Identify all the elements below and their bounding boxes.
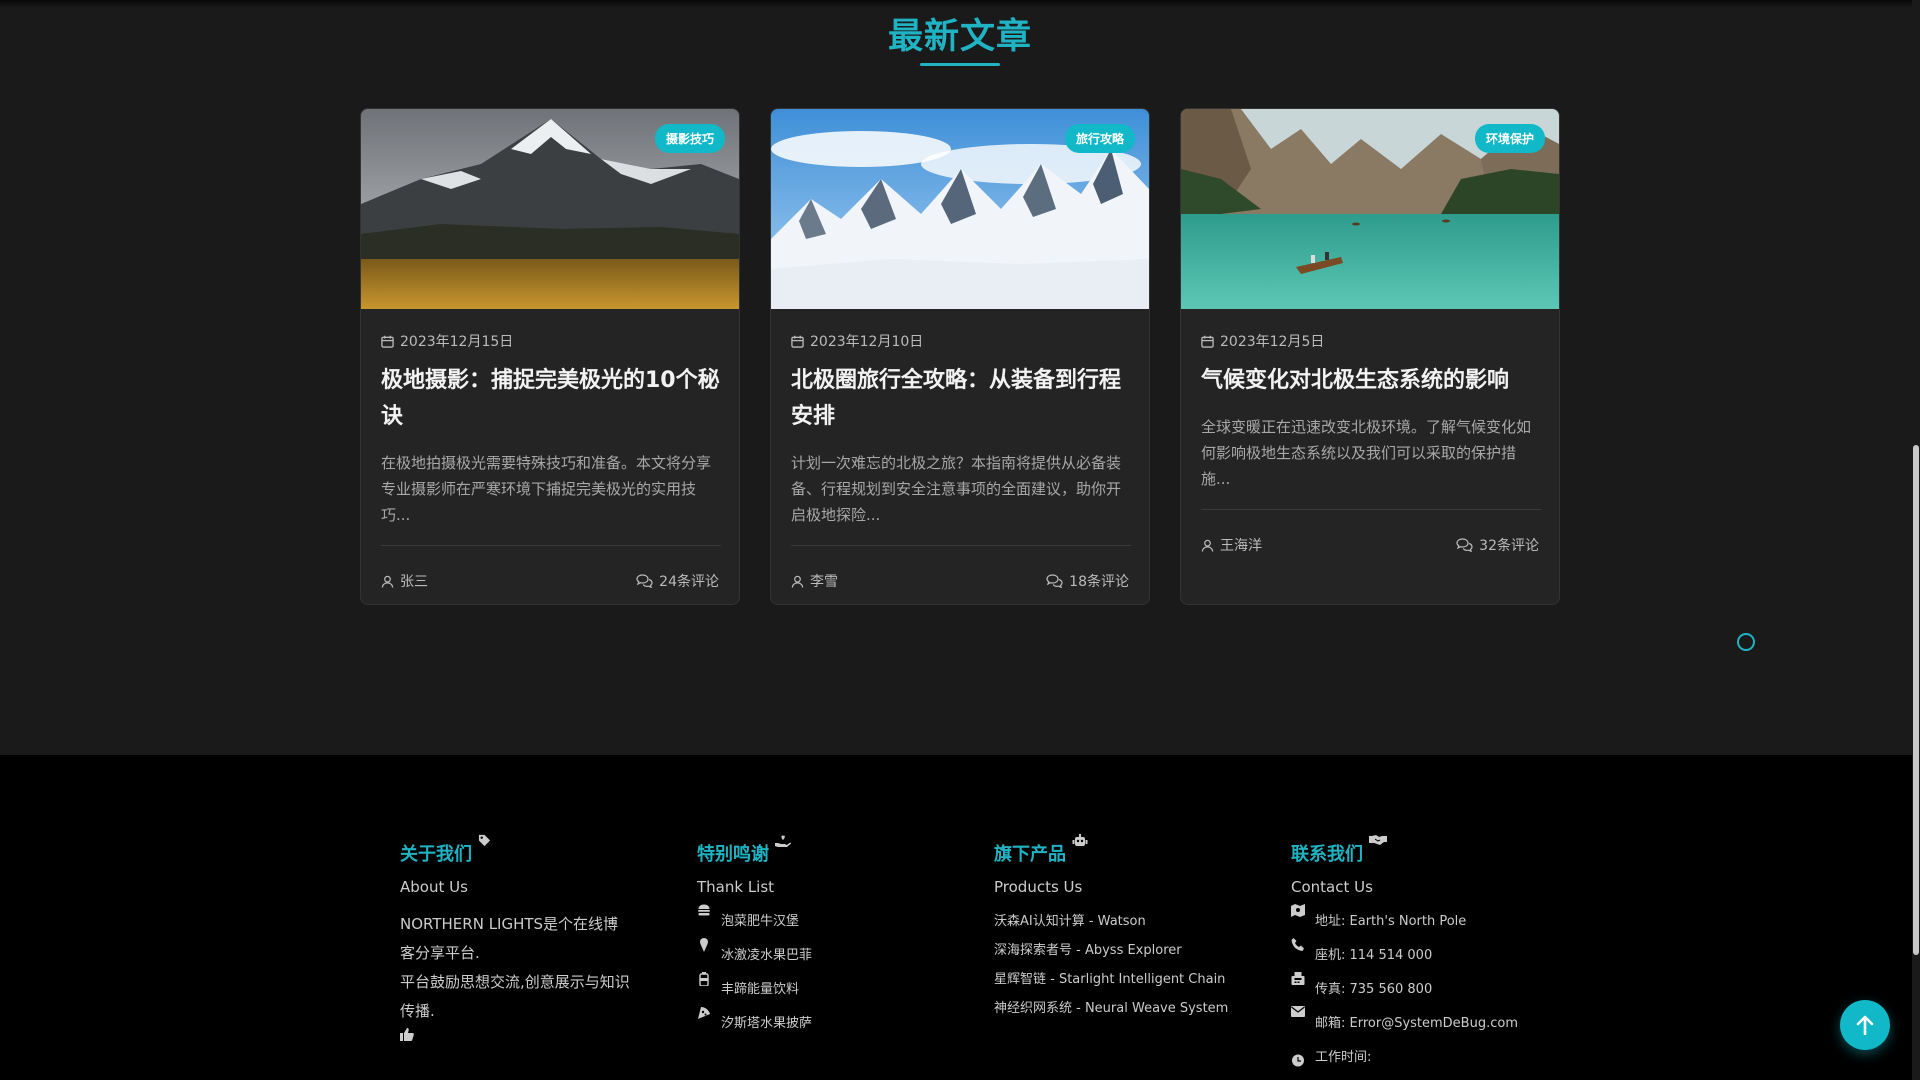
article-card[interactable]: 摄影技巧 2023年12月15日 极地摄影：捕捉完美极光的10个秘诀 在极地拍摄… — [360, 108, 740, 605]
article-excerpt: 全球变暖正在迅速改变北极环境。了解气候变化如何影响极地生态系统以及我们可以采取的… — [1201, 418, 1532, 488]
footer-products-subtitle: Products Us — [994, 878, 1083, 896]
section-underline — [920, 63, 1000, 66]
author-name: 王海洋 — [1220, 538, 1262, 554]
card-divider — [1201, 509, 1541, 510]
fax-icon — [1291, 972, 1305, 985]
list-item[interactable]: 星辉智链 - Starlight Intelligent Chain — [994, 968, 1254, 997]
category-tag[interactable]: 环境保护 — [1474, 124, 1545, 153]
comments-count: 24条评论 — [659, 574, 719, 590]
comments-icon — [1046, 574, 1063, 588]
ice-cream-icon — [700, 938, 708, 952]
article-comments[interactable]: 32条评论 — [1456, 535, 1539, 555]
footer-thanks-subtitle: Thank List — [697, 878, 775, 896]
list-item[interactable]: 邮箱: Error@SystemDeBug.com — [1291, 1006, 1551, 1046]
arrow-up-icon — [1856, 1015, 1874, 1035]
calendar-icon — [1201, 335, 1214, 348]
card-divider — [381, 545, 721, 546]
list-item[interactable]: 座机: 114 514 000 — [1291, 938, 1551, 978]
about-line-1: NORTHERN LIGHTS是个在线博客分享平台. — [400, 915, 619, 962]
comments-icon — [636, 574, 653, 588]
article-comments[interactable]: 24条评论 — [636, 571, 719, 591]
footer-contact-title: 联系我们 — [1291, 835, 1551, 865]
about-line-2: 平台鼓励思想交流,创意展示与知识传播. — [400, 973, 630, 1020]
article-comments[interactable]: 18条评论 — [1046, 571, 1129, 591]
article-excerpt: 在极地拍摄极光需要特殊技巧和准备。本文将分享专业摄影师在严寒环境下捕捉完美极光的… — [381, 454, 712, 524]
footer-products-title: 旗下产品 — [994, 834, 1254, 865]
list-item[interactable]: 地址: Earth's North Pole — [1291, 904, 1551, 944]
footer-about: 关于我们 About Us NORTHERN LIGHTS是个在线博客分享平台.… — [400, 834, 660, 1045]
article-title[interactable]: 极地摄影：捕捉完美极光的10个秘诀 — [381, 363, 721, 435]
user-icon — [381, 575, 394, 588]
comments-icon — [1456, 538, 1473, 552]
top-shadow — [0, 0, 1920, 8]
scrollbar-thumb[interactable] — [1913, 445, 1919, 955]
footer-about-subtitle: About Us — [400, 878, 468, 896]
article-date-text: 2023年12月5日 — [1220, 334, 1325, 350]
article-date-text: 2023年12月15日 — [400, 334, 514, 350]
card-divider — [791, 545, 1131, 546]
pizza-icon — [698, 1007, 710, 1019]
article-date: 2023年12月15日 — [381, 331, 513, 351]
burger-icon — [698, 904, 710, 916]
back-to-top-button[interactable] — [1840, 1000, 1890, 1050]
article-author[interactable]: 张三 — [381, 571, 428, 591]
category-tag[interactable]: 旅行攻略 — [1064, 124, 1135, 153]
author-name: 李雪 — [810, 574, 838, 590]
article-date: 2023年12月10日 — [791, 331, 923, 351]
comments-count: 18条评论 — [1069, 574, 1129, 590]
list-item[interactable]: 深海探索者号 - Abyss Explorer — [994, 939, 1254, 968]
footer-thanks-title: 特别鸣谢 — [697, 835, 957, 865]
list-item[interactable]: 汐斯塔水果披萨 — [697, 1007, 957, 1046]
footer-about-title: 关于我们 — [400, 834, 660, 865]
footer-products: 旗下产品 Products Us 沃森AI认知计算 - Watson 深海探索者… — [994, 834, 1254, 1026]
article-excerpt: 计划一次难忘的北极之旅？本指南将提供从必备装备、行程规划到安全注意事项的全面建议… — [791, 454, 1122, 524]
map-icon — [1291, 904, 1305, 917]
user-icon — [791, 575, 804, 588]
footer-thanks: 特别鸣谢 Thank List 泡菜肥牛汉堡 冰激凌水果巴菲 丰蹄能量饮料 汐斯… — [697, 835, 957, 1046]
list-item[interactable]: 沃森AI认知计算 - Watson — [994, 910, 1254, 939]
article-card[interactable]: 旅行攻略 2023年12月10日 北极圈旅行全攻略：从装备到行程安排 计划一次难… — [770, 108, 1150, 605]
list-item[interactable]: 工作时间: — [1291, 1046, 1551, 1080]
comments-count: 32条评论 — [1479, 538, 1539, 554]
bottle-icon — [699, 972, 709, 986]
list-item[interactable]: 神经织网系统 - Neural Weave System — [994, 997, 1254, 1026]
handshake-icon — [1369, 835, 1387, 845]
contact-list: 地址: Earth's North Pole 座机: 114 514 000 传… — [1291, 904, 1551, 1080]
phone-icon — [1291, 938, 1304, 951]
article-title[interactable]: 气候变化对北极生态系统的影响 — [1201, 363, 1541, 399]
hand-heart-icon — [775, 835, 791, 847]
article-date: 2023年12月5日 — [1201, 331, 1324, 351]
article-card[interactable]: 环境保护 2023年12月5日 气候变化对北极生态系统的影响 全球变暖正在迅速改… — [1180, 108, 1560, 605]
calendar-icon — [791, 335, 804, 348]
products-list: 沃森AI认知计算 - Watson 深海探索者号 - Abyss Explore… — [994, 910, 1254, 1026]
loading-ring-indicator — [1737, 633, 1755, 651]
article-author[interactable]: 李雪 — [791, 571, 838, 591]
list-item[interactable]: 泡菜肥牛汉堡 — [697, 904, 957, 944]
category-tag[interactable]: 摄影技巧 — [654, 124, 725, 153]
user-icon — [1201, 539, 1214, 552]
article-title[interactable]: 北极圈旅行全攻略：从装备到行程安排 — [791, 363, 1131, 435]
mail-icon — [1291, 1006, 1305, 1017]
robot-icon — [1072, 834, 1088, 846]
thumbs-up-icon — [400, 1028, 414, 1041]
section-title: 最新文章 — [887, 17, 1032, 57]
thanks-list: 泡菜肥牛汉堡 冰激凌水果巴菲 丰蹄能量饮料 汐斯塔水果披萨 — [697, 904, 957, 1046]
scrollbar-track[interactable] — [1912, 0, 1920, 1080]
list-item[interactable]: 冰激凌水果巴菲 — [697, 938, 957, 978]
tag-icon — [478, 834, 491, 847]
footer-about-text: NORTHERN LIGHTS是个在线博客分享平台. 平台鼓励思想交流,创意展示… — [400, 910, 630, 1026]
footer-contact-subtitle: Contact Us — [1291, 878, 1373, 896]
calendar-icon — [381, 335, 394, 348]
footer: 关于我们 About Us NORTHERN LIGHTS是个在线博客分享平台.… — [0, 755, 1920, 1080]
list-item[interactable]: 丰蹄能量饮料 — [697, 972, 957, 1012]
footer-contact: 联系我们 Contact Us 地址: Earth's North Pole 座… — [1291, 835, 1551, 1080]
article-date-text: 2023年12月10日 — [810, 334, 924, 350]
clock-icon — [1292, 1054, 1304, 1067]
article-author[interactable]: 王海洋 — [1201, 535, 1262, 555]
list-item[interactable]: 传真: 735 560 800 — [1291, 972, 1551, 1012]
author-name: 张三 — [400, 574, 428, 590]
